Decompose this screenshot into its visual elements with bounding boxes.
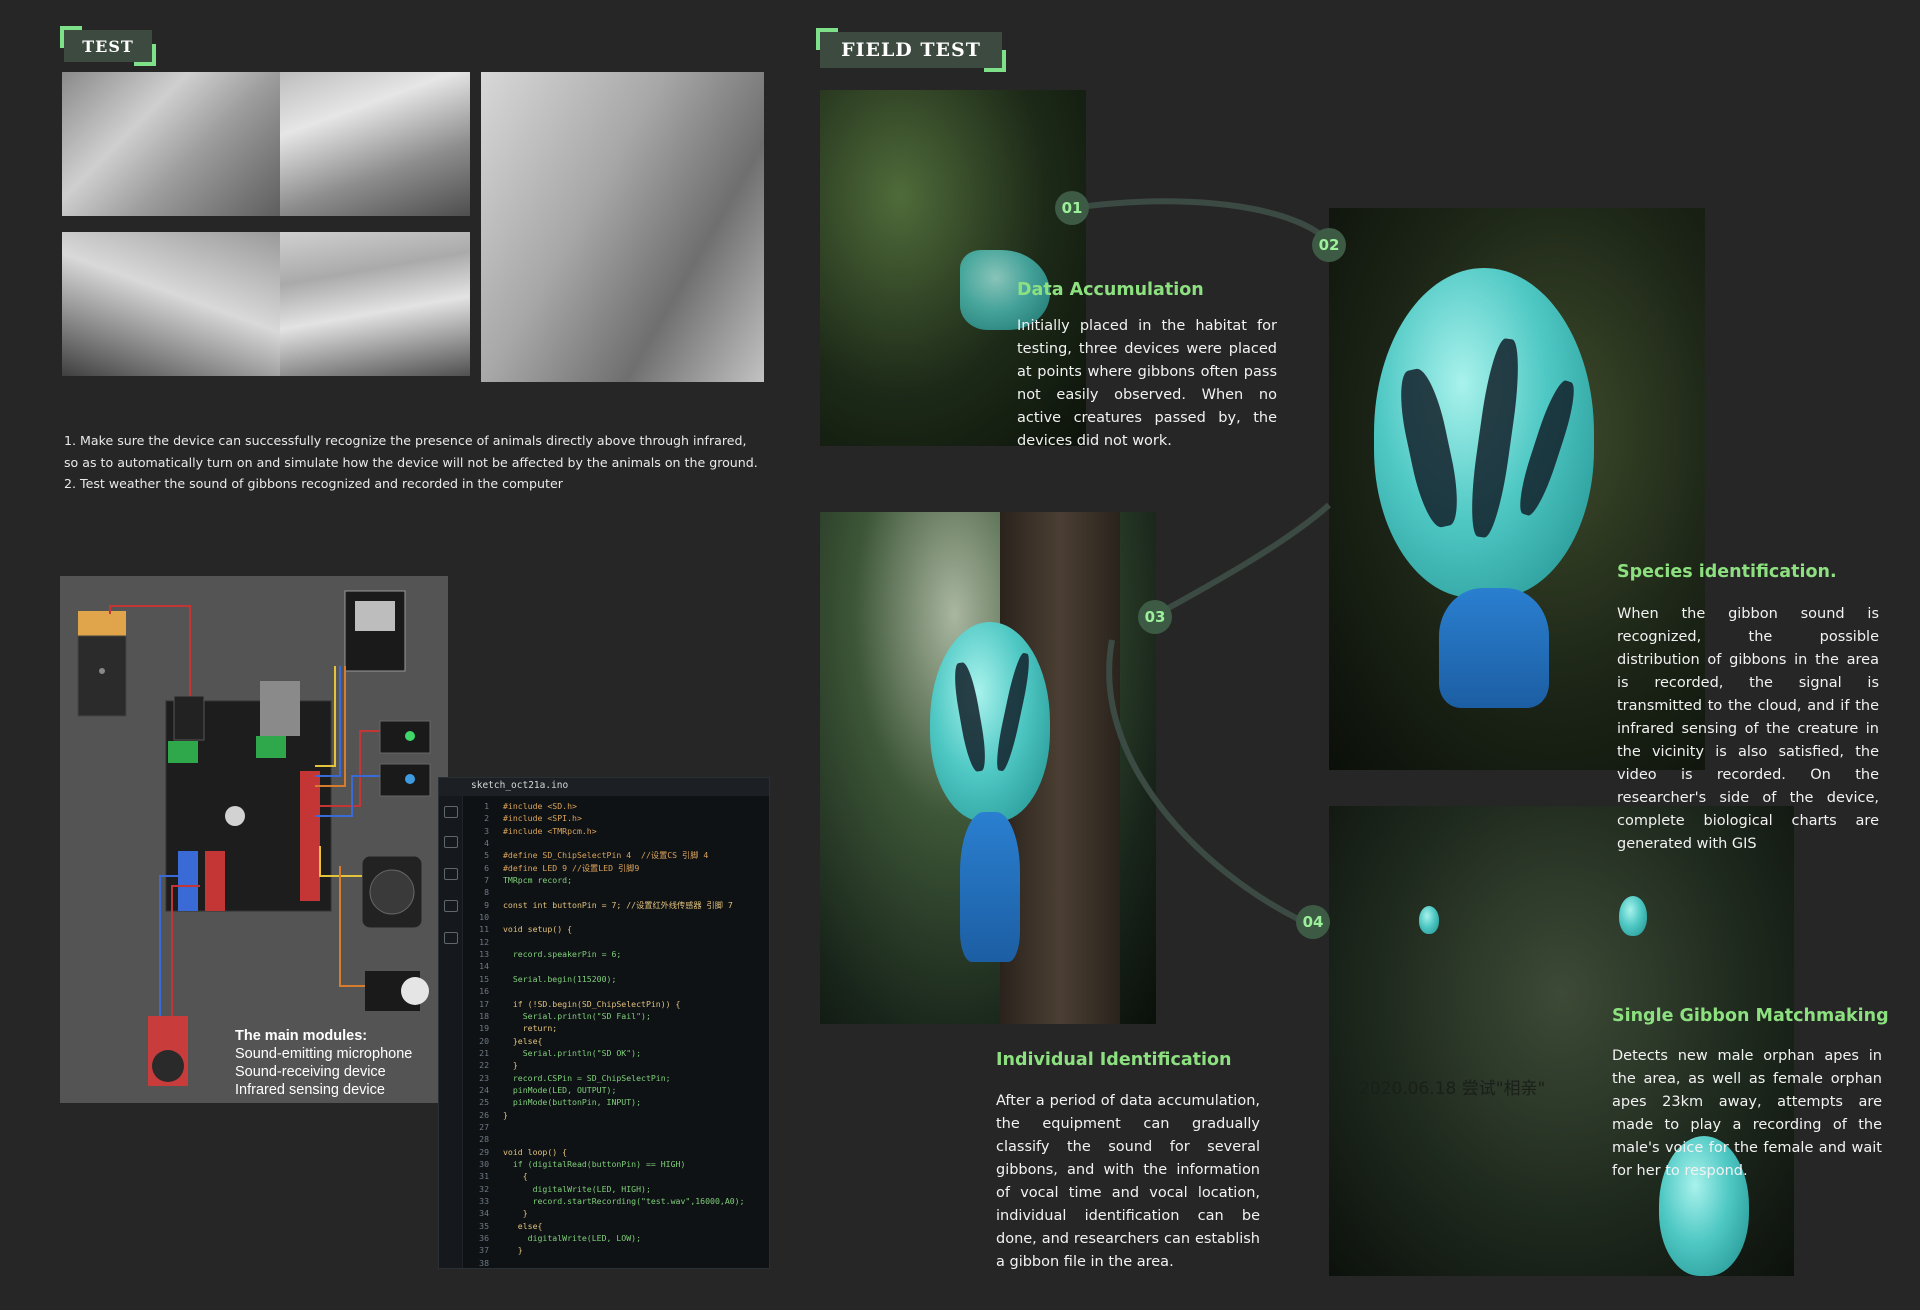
- step-number-04: 04: [1296, 905, 1330, 939]
- step-body-02: When the gibbon sound is recognized, the…: [1617, 606, 1879, 852]
- step-body-01: Initially placed in the habitat for test…: [1017, 318, 1277, 449]
- step-number-01: 01: [1055, 191, 1089, 225]
- step-number-02: 02: [1312, 228, 1346, 262]
- step-title-02: Species identification.: [1617, 562, 1837, 582]
- step-title-04: Single Gibbon Matchmaking: [1612, 1006, 1889, 1026]
- step-title-03: Individual Identification: [996, 1050, 1232, 1070]
- step-number-03: 03: [1138, 600, 1172, 634]
- step-body-03: After a period of data accumulation, the…: [996, 1093, 1260, 1270]
- step-body-04: Detects new male orphan apes in the area…: [1612, 1048, 1882, 1179]
- step-title-01: Data Accumulation: [1017, 280, 1204, 300]
